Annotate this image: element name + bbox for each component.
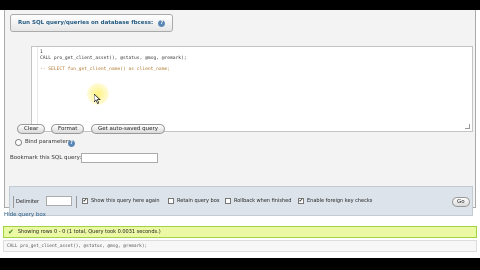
query-panel-title-text: Run SQL query/queries on database fbcess… — [18, 20, 154, 26]
letterbox-bottom — [0, 258, 480, 270]
get-autosaved-query-button[interactable]: Get auto-saved query — [91, 124, 166, 134]
editor-line-number: 1 — [40, 50, 43, 55]
bookmark-input[interactable] — [81, 153, 158, 163]
editor-line-call: CALL pro_get_client_asset(), @status, @m… — [40, 56, 187, 61]
rollback-label: Rollback when finished — [234, 198, 292, 204]
show-query-label: Show this query here again — [91, 198, 160, 204]
query-panel-title: Run SQL query/queries on database fbcess… — [10, 14, 174, 32]
delimiter-bracket-left — [13, 196, 14, 208]
bind-parameters-label: Bind parameters — [25, 139, 71, 145]
go-button[interactable]: Go — [452, 197, 470, 207]
options-bar: Delimiter ✔ Show this query here again R… — [9, 186, 473, 216]
retain-query-box-label: Retain query box — [177, 198, 220, 204]
show-query-checkbox[interactable]: ✔ — [82, 198, 88, 204]
editor-gutter — [32, 47, 38, 131]
foreign-key-checks-label: Enable foreign key checks — [307, 198, 373, 204]
bookmark-label: Bookmark this SQL query: — [10, 155, 82, 161]
foreign-key-checks-checkbox[interactable]: ✔ — [298, 198, 304, 204]
sql-query-panel: Run SQL query/queries on database fbcess… — [4, 10, 476, 216]
success-message-bar: ✔ Showing rows 0 - 0 (1 total, Query too… — [3, 226, 477, 238]
help-icon[interactable]: ? — [158, 19, 166, 27]
editor-line-comment: -- SELECT fun_get_client_name() as clien… — [40, 67, 170, 72]
letterbox-top — [0, 0, 480, 10]
check-icon: ✔ — [8, 227, 14, 236]
clear-button[interactable]: Clear — [17, 124, 46, 134]
delimiter-input[interactable] — [46, 196, 72, 206]
success-message: Showing rows 0 - 0 (1 total, Query took … — [17, 229, 161, 235]
cursor-icon — [94, 94, 101, 104]
delimiter-label: Delimiter — [16, 199, 40, 205]
editor-resize-grip[interactable] — [465, 124, 470, 129]
bind-parameters-checkbox[interactable] — [15, 139, 22, 146]
delimiter-bracket-right — [76, 196, 77, 208]
rollback-checkbox[interactable] — [225, 198, 231, 204]
retain-query-box-checkbox[interactable] — [168, 198, 174, 204]
executed-sql: CALL pro_get_client_asset(), @status, @m… — [3, 240, 477, 252]
hide-query-box-link[interactable]: Hide query box — [4, 212, 46, 218]
format-button[interactable]: Format — [51, 124, 85, 134]
bind-parameters-help-icon[interactable]: ? — [68, 140, 75, 147]
